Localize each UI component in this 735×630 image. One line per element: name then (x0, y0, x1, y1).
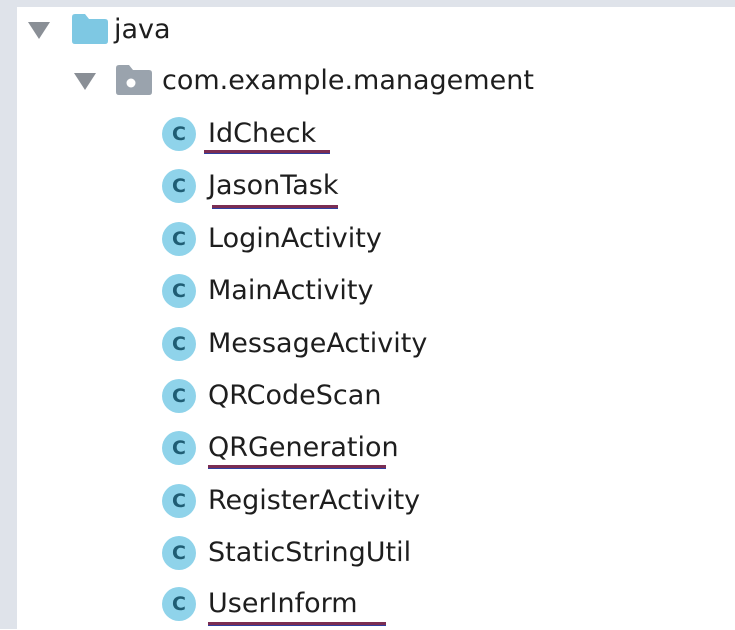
expand-arrow-icon[interactable] (74, 72, 96, 90)
class-icon: C (162, 169, 196, 203)
tree-node-label: java (114, 14, 171, 45)
class-label: MainActivity (208, 275, 374, 306)
tree-node-class[interactable]: C MainActivity (162, 265, 722, 317)
class-icon: C (162, 327, 196, 361)
tree-node-class[interactable]: C IdCheck (162, 108, 722, 160)
class-icon: C (162, 587, 196, 621)
tree-node-class[interactable]: C LoginActivity (162, 213, 722, 265)
class-icon: C (162, 536, 196, 570)
class-label: StaticStringUtil (208, 537, 412, 568)
tree-node-label: com.example.management (162, 65, 534, 96)
tree-node-class[interactable]: C MessageActivity (162, 318, 722, 370)
class-label: JasonTask (208, 170, 339, 201)
class-icon: C (162, 431, 196, 465)
tree-node-class[interactable]: C JasonTask (162, 160, 722, 212)
error-underline (208, 465, 386, 469)
class-label: RegisterActivity (208, 485, 421, 516)
tree-node-class[interactable]: C QRCodeScan (162, 370, 722, 422)
class-icon: C (162, 117, 196, 151)
tree-node-java[interactable]: java (28, 4, 728, 56)
class-label: IdCheck (208, 118, 317, 149)
class-icon: C (162, 379, 196, 413)
folder-icon (72, 14, 108, 44)
tree-node-class[interactable]: C UserInform (162, 578, 722, 630)
class-label: QRCodeScan (208, 380, 382, 411)
project-tree: java com.example.management C IdCheck C … (0, 0, 735, 629)
error-underline (212, 205, 338, 209)
class-icon: C (162, 274, 196, 308)
class-icon: C (162, 484, 196, 518)
expand-arrow-icon[interactable] (28, 21, 50, 39)
error-underline (208, 622, 386, 626)
class-label: UserInform (208, 588, 358, 619)
tree-node-package[interactable]: com.example.management (74, 55, 724, 107)
tree-node-class[interactable]: C QRGeneration (162, 422, 722, 474)
class-icon: C (162, 222, 196, 256)
class-label: MessageActivity (208, 328, 428, 359)
tree-node-class[interactable]: C RegisterActivity (162, 475, 722, 527)
package-folder-icon (116, 65, 152, 95)
class-label: LoginActivity (208, 223, 382, 254)
error-underline (204, 150, 330, 154)
class-label: QRGeneration (208, 432, 399, 463)
tree-node-class[interactable]: C StaticStringUtil (162, 527, 722, 579)
